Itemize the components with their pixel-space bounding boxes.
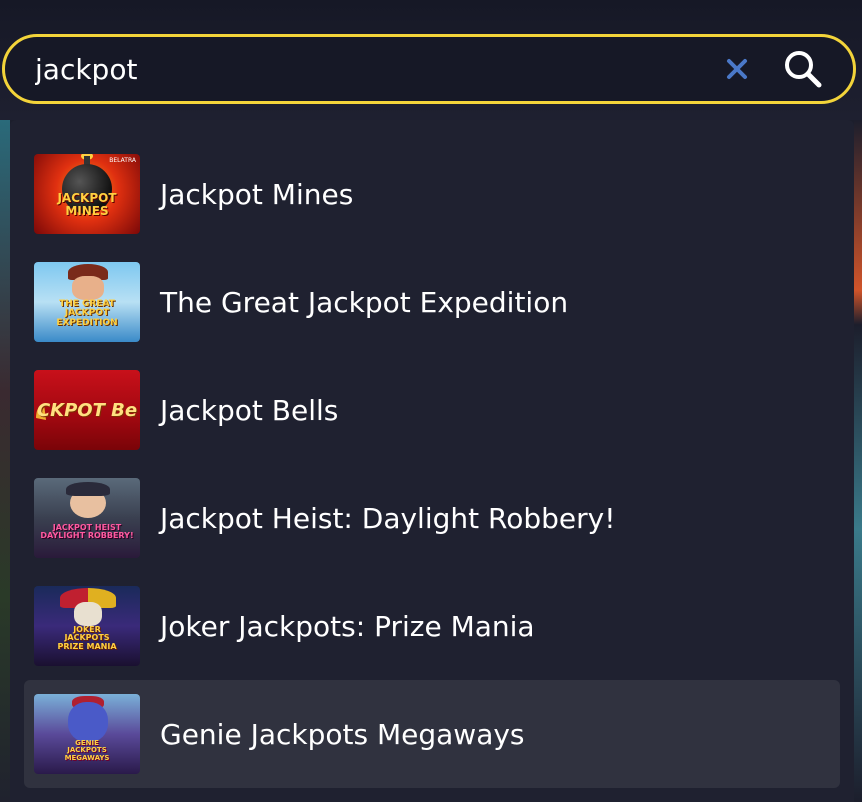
explorer-face-icon <box>72 276 104 300</box>
search-bar <box>2 34 856 104</box>
game-thumbnail: GENIE JACKPOTS MEGAWAYS <box>34 694 140 774</box>
joker-face-icon <box>74 602 102 626</box>
search-result-item[interactable]: JOKER JACKPOTS PRIZE MANIA Joker Jackpot… <box>24 572 840 680</box>
clear-search-button[interactable] <box>717 49 757 89</box>
game-thumbnail: BELATRA JACKPOT MINES <box>34 154 140 234</box>
search-button[interactable] <box>779 45 827 93</box>
thumbnail-caption: JOKER JACKPOTS PRIZE MANIA <box>57 625 117 651</box>
thumbnail-caption: CKPOT Be <box>36 400 138 421</box>
game-thumbnail: JACKPOT HEIST DAYLIGHT ROBBERY! <box>34 478 140 558</box>
background-left-edge <box>0 120 10 802</box>
game-thumbnail: THE GREAT JACKPOT EXPEDITION <box>34 262 140 342</box>
thumbnail-caption: THE GREAT JACKPOT EXPEDITION <box>56 299 118 328</box>
genie-body-icon <box>68 702 108 742</box>
result-title: Jackpot Mines <box>160 177 354 211</box>
game-thumbnail: JOKER JACKPOTS PRIZE MANIA <box>34 586 140 666</box>
robber-cap-icon <box>66 482 110 496</box>
search-result-item[interactable]: JACKPOT HEIST DAYLIGHT ROBBERY! Jackpot … <box>24 464 840 572</box>
result-title: Genie Jackpots Megaways <box>160 717 525 751</box>
search-result-item[interactable]: CKPOT Be Jackpot Bells <box>24 356 840 464</box>
search-result-item[interactable]: THE GREAT JACKPOT EXPEDITION The Great J… <box>24 248 840 356</box>
thumbnail-caption: GENIE JACKPOTS MEGAWAYS <box>64 739 110 762</box>
search-icon <box>785 51 822 88</box>
search-results-dropdown: BELATRA JACKPOT MINES Jackpot Mines THE … <box>10 120 854 802</box>
result-title: The Great Jackpot Expedition <box>160 285 569 319</box>
search-results-list: BELATRA JACKPOT MINES Jackpot Mines THE … <box>24 140 840 788</box>
search-input[interactable] <box>5 39 717 99</box>
background-right-edge <box>854 120 862 802</box>
close-icon <box>727 59 747 79</box>
search-page: BELATRA JACKPOT MINES Jackpot Mines THE … <box>0 0 862 802</box>
result-title: Joker Jackpots: Prize Mania <box>160 609 535 643</box>
search-result-item-highlighted[interactable]: GENIE JACKPOTS MEGAWAYS Genie Jackpots M… <box>24 680 840 788</box>
thumbnail-brand: BELATRA <box>109 157 136 164</box>
search-result-item[interactable]: BELATRA JACKPOT MINES Jackpot Mines <box>24 140 840 248</box>
thumbnail-caption: JACKPOT MINES <box>57 191 117 218</box>
result-title: Jackpot Heist: Daylight Robbery! <box>160 501 616 535</box>
result-title: Jackpot Bells <box>160 393 339 427</box>
thumbnail-caption: JACKPOT HEIST DAYLIGHT ROBBERY! <box>40 523 134 541</box>
game-thumbnail: CKPOT Be <box>34 370 140 450</box>
